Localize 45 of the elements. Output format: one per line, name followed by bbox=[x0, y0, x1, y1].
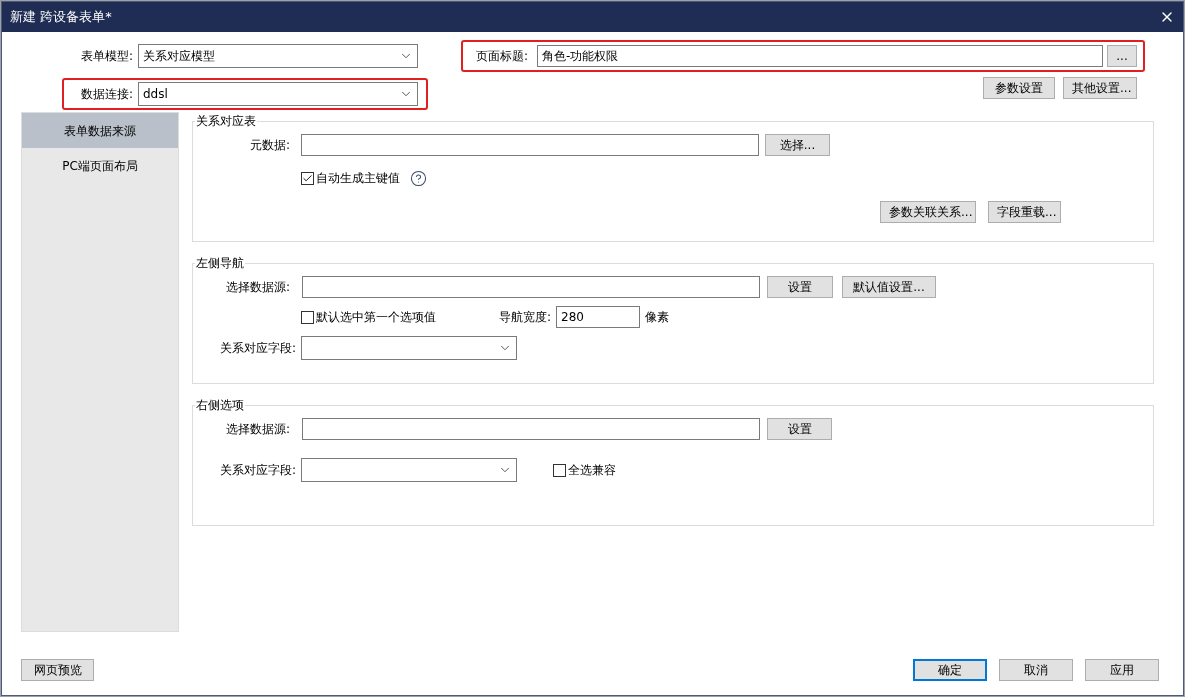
group-title: 右侧选项 bbox=[195, 397, 245, 414]
button[interactable]: 其他设置... bbox=[1063, 77, 1137, 99]
field-label: 导航宽度: bbox=[497, 309, 552, 326]
checkbox[interactable] bbox=[553, 463, 566, 477]
input-field[interactable]: 280 bbox=[556, 306, 640, 328]
dropdown[interactable]: 关系对应模型 bbox=[138, 44, 418, 68]
unit-label: 像素 bbox=[645, 309, 669, 326]
button[interactable]: 参数关联关系... bbox=[880, 201, 976, 223]
input-field[interactable] bbox=[302, 418, 760, 440]
sidebar-item[interactable]: PC端页面布局 bbox=[22, 148, 178, 183]
button[interactable]: 参数设置 bbox=[983, 77, 1055, 99]
button[interactable]: 默认值设置... bbox=[842, 276, 936, 298]
button[interactable]: 网页预览 bbox=[21, 659, 94, 681]
input-field[interactable] bbox=[301, 134, 759, 156]
checkbox-label: 全选兼容 bbox=[568, 462, 616, 479]
dropdown[interactable] bbox=[301, 458, 517, 482]
field-label: 选择数据源: bbox=[224, 421, 291, 438]
checkbox[interactable] bbox=[301, 310, 314, 324]
field-label: 页面标题: bbox=[474, 48, 529, 65]
group-title: 关系对应表 bbox=[195, 113, 257, 130]
window-title: 新建 跨设备表单* bbox=[10, 8, 113, 27]
button[interactable]: 字段重载... bbox=[988, 201, 1061, 223]
field-label: 元数据: bbox=[248, 137, 291, 154]
field-label: 关系对应字段: bbox=[218, 462, 297, 479]
dropdown[interactable]: ddsl bbox=[138, 82, 418, 106]
button[interactable]: 选择... bbox=[765, 134, 830, 156]
field-label: 数据连接: bbox=[79, 86, 134, 103]
button[interactable]: 应用 bbox=[1085, 659, 1159, 681]
input-field[interactable]: 角色-功能权限 bbox=[537, 45, 1103, 67]
button[interactable]: 取消 bbox=[999, 659, 1073, 681]
button[interactable]: 设置 bbox=[767, 418, 832, 440]
button[interactable]: ... bbox=[1107, 45, 1137, 67]
help-icon[interactable] bbox=[410, 169, 427, 187]
input-field[interactable] bbox=[302, 276, 760, 298]
checkbox[interactable] bbox=[301, 171, 314, 185]
sidebar-item[interactable]: 表单数据来源 bbox=[22, 113, 178, 148]
button[interactable]: 设置 bbox=[767, 276, 833, 298]
checkbox-label: 自动生成主键值 bbox=[316, 170, 400, 187]
field-label: 关系对应字段: bbox=[218, 340, 297, 357]
field-label: 表单模型: bbox=[79, 48, 134, 65]
field-label: 选择数据源: bbox=[224, 279, 291, 296]
button[interactable]: 确定 bbox=[913, 659, 987, 681]
dropdown[interactable] bbox=[301, 336, 517, 360]
group-title: 左侧导航 bbox=[195, 255, 245, 272]
checkbox-label: 默认选中第一个选项值 bbox=[316, 309, 436, 326]
